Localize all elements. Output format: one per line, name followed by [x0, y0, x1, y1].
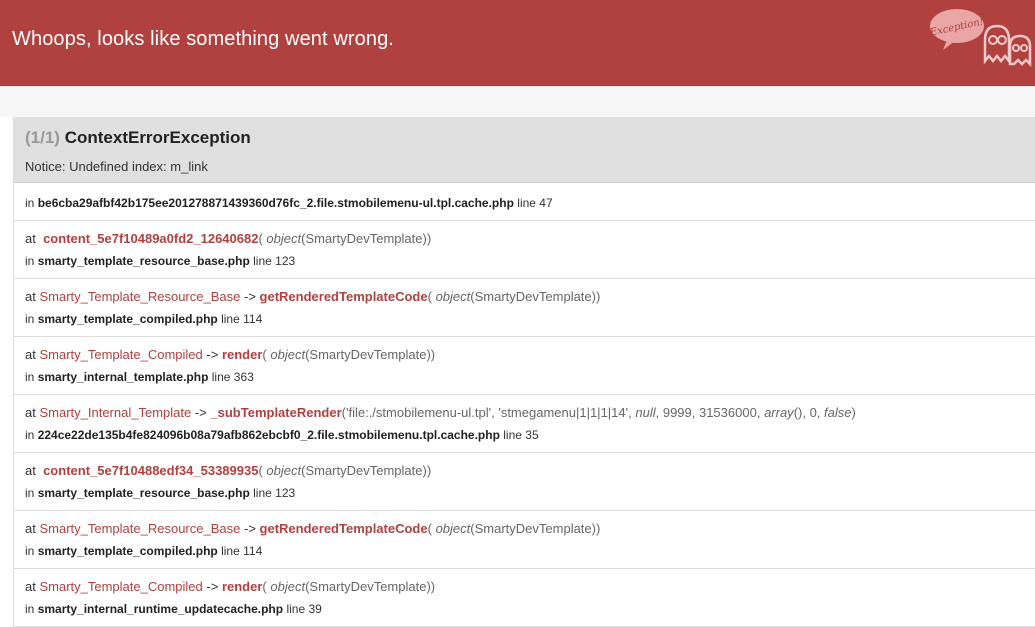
- trace-call: at Smarty_Template_Resource_Base -> getR…: [25, 289, 601, 304]
- trace-location: in smarty_template_resource_base.php lin…: [25, 254, 296, 268]
- trace-class: Smarty_Template_Resource_Base: [39, 289, 241, 304]
- trace-line: line 47: [517, 196, 553, 210]
- trace-function: render: [221, 579, 263, 594]
- trace-call: at Smarty_Template_Compiled -> render( o…: [25, 347, 436, 362]
- trace-frame: at Smarty_Internal_Template -> _subTempl…: [14, 395, 1035, 453]
- trace-location: in smarty_internal_runtime_updatecache.p…: [25, 602, 322, 616]
- trace-line: line 123: [253, 254, 296, 268]
- trace-file: smarty_template_resource_base.php: [37, 486, 250, 500]
- trace-frame: at Smarty_Template_Resource_Base -> getR…: [14, 279, 1035, 337]
- exception-count: (1/1): [25, 128, 60, 147]
- trace-frame: at Smarty_Template_Compiled -> render( o…: [14, 337, 1035, 395]
- trace-location: in smarty_template_compiled.php line 114: [25, 312, 263, 326]
- spacer: [0, 86, 1035, 117]
- trace-line: line 35: [503, 428, 539, 442]
- trace-call: at content_5e7f10488edf34_53389935( obje…: [25, 463, 432, 478]
- trace-location: in smarty_internal_template.php line 363: [25, 370, 254, 384]
- exception-block: (1/1) ContextErrorException Notice: Unde…: [13, 117, 1035, 627]
- trace-file: smarty_template_resource_base.php: [37, 254, 250, 268]
- trace-class: Smarty_Internal_Template: [39, 405, 192, 420]
- trace-frame: at Smarty_Template_Compiled -> render( o…: [14, 569, 1035, 627]
- trace-function: content_5e7f10488edf34_53389935: [43, 463, 259, 478]
- trace-file: smarty_template_compiled.php: [37, 312, 218, 326]
- trace-class: Smarty_Template_Compiled: [39, 347, 203, 362]
- trace-line: line 39: [286, 602, 322, 616]
- trace-function: _subTemplateRender: [210, 405, 342, 420]
- trace-line: line 114: [221, 544, 263, 558]
- trace-file: be6cba29afbf42b175ee201278871439360d76fc…: [37, 196, 514, 210]
- trace-file: smarty_internal_template.php: [37, 370, 209, 384]
- error-header: Whoops, looks like something went wrong.…: [0, 0, 1035, 86]
- exception-title: (1/1) ContextErrorException: [25, 128, 1024, 148]
- trace-function: getRenderedTemplateCode: [259, 289, 428, 304]
- trace-call: at Smarty_Template_Resource_Base -> getR…: [25, 521, 601, 536]
- trace-first-location: in be6cba29afbf42b175ee201278871439360d7…: [14, 183, 1035, 221]
- ghost-mascot-icon: Exception!: [928, 9, 1032, 68]
- trace-call: at Smarty_Internal_Template -> _subTempl…: [25, 405, 856, 420]
- trace-call: at content_5e7f10489a0fd2_12640682( obje…: [25, 231, 432, 246]
- trace-class: Smarty_Template_Resource_Base: [39, 521, 241, 536]
- trace-call: at Smarty_Template_Compiled -> render( o…: [25, 579, 436, 594]
- trace-location: in smarty_template_compiled.php line 114: [25, 544, 263, 558]
- trace-function: render: [221, 347, 263, 362]
- exception-message: Notice: Undefined index: m_link: [25, 159, 208, 174]
- trace-file: smarty_template_compiled.php: [37, 544, 218, 558]
- trace-frame: at Smarty_Template_Resource_Base -> getR…: [14, 511, 1035, 569]
- trace-line: line 363: [211, 370, 254, 384]
- exception-header: (1/1) ContextErrorException Notice: Unde…: [14, 117, 1035, 183]
- trace-class: Smarty_Template_Compiled: [39, 579, 203, 594]
- trace-line: line 123: [253, 486, 296, 500]
- trace-function: getRenderedTemplateCode: [259, 521, 428, 536]
- trace-line: line 114: [221, 312, 263, 326]
- trace-frame: at content_5e7f10489a0fd2_12640682( obje…: [14, 221, 1035, 279]
- trace-file: smarty_internal_runtime_updatecache.php: [37, 602, 284, 616]
- trace-location: in 224ce22de135b4fe824096b08a79afb862ebc…: [25, 428, 539, 442]
- exception-name: ContextErrorException: [64, 128, 251, 147]
- trace-function: content_5e7f10489a0fd2_12640682: [43, 231, 259, 246]
- trace-file: 224ce22de135b4fe824096b08a79afb862ebcbf0…: [37, 428, 500, 442]
- trace-location: in smarty_template_resource_base.php lin…: [25, 486, 296, 500]
- trace-frame: at content_5e7f10488edf34_53389935( obje…: [14, 453, 1035, 511]
- page-title: Whoops, looks like something went wrong.: [12, 28, 394, 50]
